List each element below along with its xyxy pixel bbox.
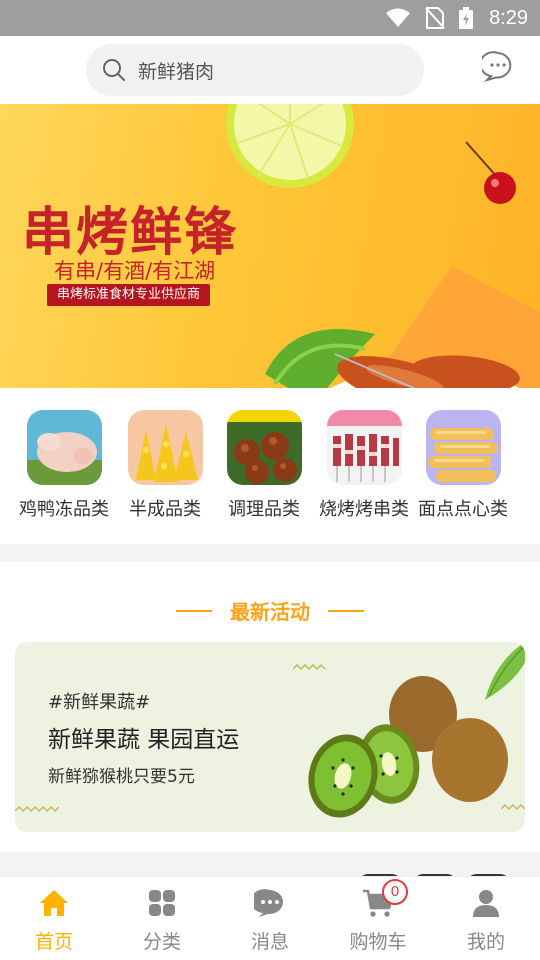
nav-home[interactable]: 首页 — [0, 887, 108, 954]
meatball-image — [226, 410, 302, 485]
category-label: 调理品类 — [228, 499, 300, 520]
grid-icon — [146, 887, 178, 919]
chicken-wings-image — [265, 329, 520, 388]
category-label: 鸡鸭冻品类 — [19, 499, 109, 520]
home-icon — [38, 887, 70, 919]
activity-hashtag: #新鲜果蔬# — [48, 692, 151, 713]
nav-label: 我的 — [466, 931, 505, 953]
category-semi-finished[interactable]: 半成品类 — [115, 410, 215, 521]
category-bbq-skewers[interactable]: 烧烤烤串类 — [314, 410, 414, 521]
battery-icon — [459, 7, 474, 29]
kiwi-image — [308, 676, 508, 818]
nav-label: 消息 — [250, 931, 289, 953]
divider — [328, 610, 364, 612]
message-icon — [250, 887, 286, 919]
activity-headline: 新鲜果蔬 果园直运 — [48, 727, 240, 753]
fried-dough-image — [425, 410, 501, 485]
activity-description: 新鲜猕猴桃只要5元 — [48, 767, 195, 787]
activity-section: 最新活动 #新鲜果蔬# 新鲜果蔬 果园直运 新鲜猕猴桃只要5元 — [0, 562, 540, 852]
nav-category[interactable]: 分类 — [108, 887, 216, 954]
section-title: 最新活动 — [230, 600, 310, 624]
status-time: 8:29 — [489, 6, 528, 29]
banner-tagline: 串烤标准食材专业供应商 — [47, 284, 211, 306]
wifi-icon — [386, 8, 411, 27]
promo-banner[interactable]: 串烤鲜锋 有串/有酒/有江湖 串烤标准食材专业供应商 — [0, 104, 540, 388]
user-icon — [470, 887, 502, 919]
banner-title: 串烤鲜锋 — [22, 202, 239, 263]
nav-profile[interactable]: 我的 — [432, 887, 540, 954]
nav-label: 首页 — [34, 931, 73, 953]
lime-image — [226, 104, 354, 188]
bottom-nav: 首页 分类 消息 0 购物车 我的 — [0, 876, 540, 960]
category-seasoned[interactable]: 调理品类 — [214, 410, 314, 521]
search-bar[interactable]: 新鲜猪肉 — [86, 44, 424, 96]
category-label: 半成品类 — [129, 499, 201, 520]
nav-label: 分类 — [142, 931, 181, 953]
chat-icon[interactable] — [482, 50, 514, 82]
chicken-image — [26, 410, 102, 485]
category-label: 烧烤烤串类 — [319, 499, 409, 520]
nav-cart[interactable]: 0 购物车 — [324, 879, 432, 954]
cart-badge: 0 — [382, 879, 408, 905]
no-sim-icon — [425, 7, 445, 29]
nav-label: 购物车 — [349, 931, 407, 953]
cart-icon: 0 — [362, 879, 408, 919]
wave-decoration — [15, 806, 60, 813]
status-bar: 8:29 — [0, 0, 540, 36]
fried-food-image — [127, 410, 203, 485]
nav-messages[interactable]: 消息 — [216, 887, 324, 954]
skewers-image — [326, 410, 402, 485]
activity-card[interactable]: #新鲜果蔬# 新鲜果蔬 果园直运 新鲜猕猴桃只要5元 — [15, 642, 525, 832]
category-grid: 鸡鸭冻品类 半成品类 调理品类 烧烤烤串类 面点点心类 — [0, 388, 540, 544]
banner-subtitle: 有串/有酒/有江湖 — [54, 259, 216, 283]
category-label: 面点点心类 — [418, 499, 508, 520]
header: 新鲜猪肉 — [0, 36, 540, 104]
category-chicken[interactable]: 鸡鸭冻品类 — [14, 410, 114, 521]
category-pastry[interactable]: 面点点心类 — [413, 410, 513, 521]
search-icon — [103, 59, 125, 81]
search-input[interactable]: 新鲜猪肉 — [138, 57, 214, 84]
cherry-image — [465, 141, 516, 204]
